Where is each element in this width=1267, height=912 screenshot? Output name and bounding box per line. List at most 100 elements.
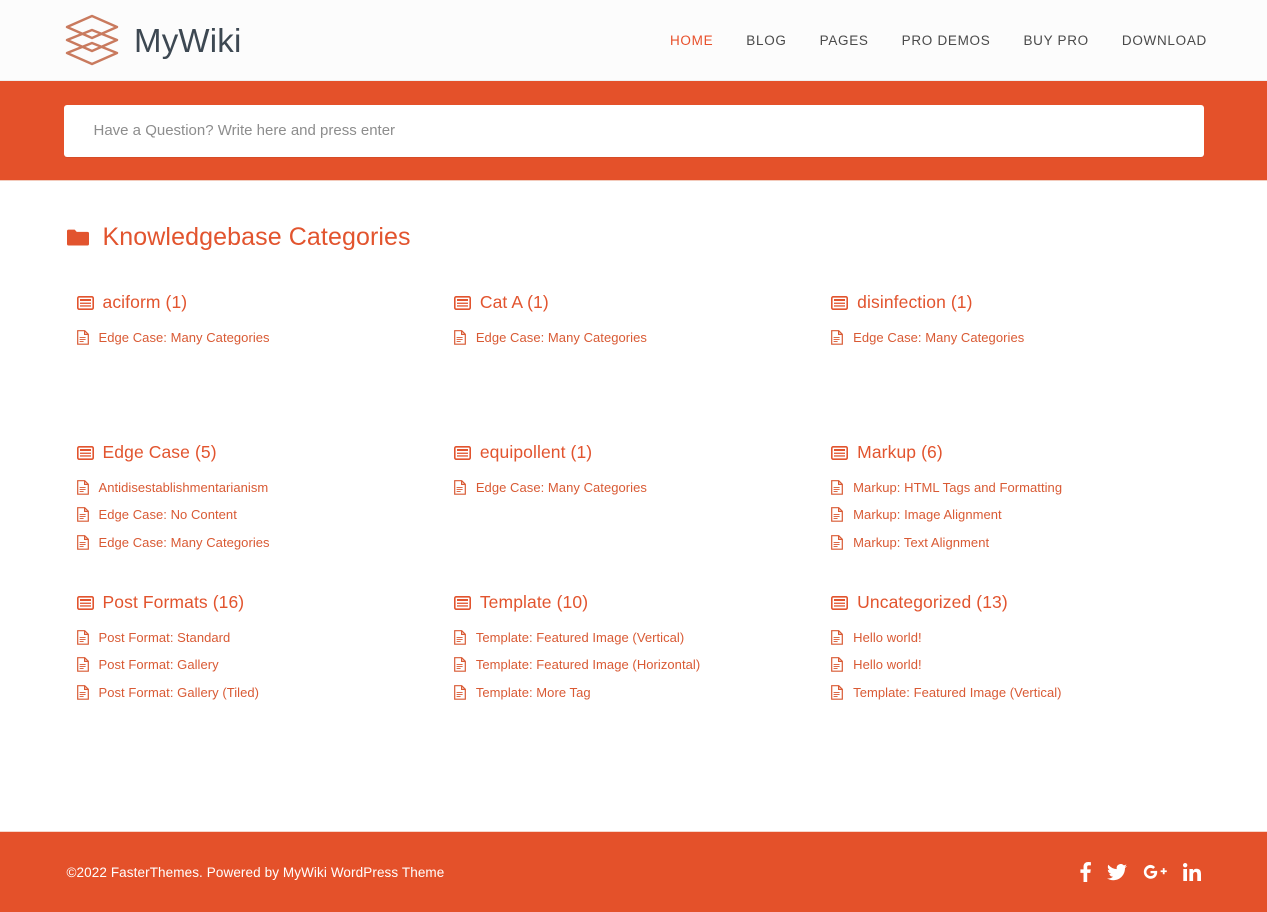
document-icon bbox=[831, 329, 844, 345]
site-logo-link[interactable]: MyWiki bbox=[62, 12, 242, 68]
document-icon bbox=[76, 535, 89, 550]
post-link[interactable]: Edge Case: Many Categories bbox=[853, 330, 1024, 346]
post-link[interactable]: Template: More Tag bbox=[476, 685, 591, 701]
list-item: Post Format: Gallery (Tiled) bbox=[76, 685, 430, 701]
document-icon bbox=[76, 685, 89, 700]
category-card: Template (10) Template: Featured Image (… bbox=[453, 593, 831, 744]
list-item: Template: Featured Image (Horizontal) bbox=[453, 657, 807, 673]
post-link[interactable]: Antidisestablishmentarianism bbox=[99, 480, 269, 496]
knowledgebase-category-grid: aciform (1) Edge Case: Many Categories C… bbox=[67, 293, 1209, 744]
category-title-link[interactable]: Template (10) bbox=[480, 593, 588, 612]
category-post-list: Markup: HTML Tags and Formatting Markup:… bbox=[831, 480, 1184, 551]
post-link[interactable]: Edge Case: Many Categories bbox=[99, 330, 270, 346]
document-icon bbox=[76, 479, 89, 495]
category-title-link[interactable]: equipollent (1) bbox=[480, 443, 592, 462]
facebook-icon[interactable] bbox=[1079, 862, 1091, 882]
post-link[interactable]: Edge Case: Many Categories bbox=[476, 330, 647, 346]
post-link[interactable]: Post Format: Gallery bbox=[99, 657, 219, 673]
list-box-icon bbox=[453, 445, 471, 460]
category-card: equipollent (1) Edge Case: Many Categori… bbox=[453, 443, 831, 594]
category-title-link[interactable]: Markup (6) bbox=[857, 443, 943, 462]
page-title: Knowledgebase Categories bbox=[66, 223, 1209, 252]
page-title-text: Knowledgebase Categories bbox=[102, 223, 411, 251]
google-plus-icon[interactable] bbox=[1143, 864, 1167, 880]
list-item: Post Format: Standard bbox=[76, 629, 430, 646]
document-icon bbox=[76, 629, 89, 645]
category-post-list: Post Format: Standard Post Format: Galle… bbox=[76, 629, 430, 701]
list-item: Hello world! bbox=[831, 657, 1184, 673]
category-card: Edge Case (5) Antidisestablishmentariani… bbox=[76, 443, 454, 594]
site-footer: ©2022 FasterThemes. Powered by MyWiki Wo… bbox=[0, 831, 1267, 912]
document-icon bbox=[831, 507, 844, 523]
search-input[interactable] bbox=[63, 104, 1204, 157]
list-box-icon bbox=[453, 595, 471, 610]
list-item: Template: Featured Image (Vertical) bbox=[831, 685, 1184, 701]
post-link[interactable]: Markup: Text Alignment bbox=[853, 535, 989, 551]
post-link[interactable]: Edge Case: Many Categories bbox=[476, 480, 647, 496]
post-link[interactable]: Template: Featured Image (Horizontal) bbox=[476, 657, 700, 673]
post-link[interactable]: Post Format: Gallery (Tiled) bbox=[99, 685, 260, 701]
list-item: Edge Case: No Content bbox=[76, 507, 430, 523]
document-icon bbox=[453, 629, 466, 645]
category-title-link[interactable]: Edge Case (5) bbox=[103, 443, 217, 462]
category-title-link[interactable]: Cat A (1) bbox=[480, 293, 549, 312]
post-link[interactable]: Template: Featured Image (Vertical) bbox=[853, 685, 1061, 701]
category-title-link[interactable]: aciform (1) bbox=[103, 293, 188, 312]
post-link[interactable]: Hello world! bbox=[853, 657, 922, 673]
document-icon bbox=[453, 329, 466, 345]
post-link[interactable]: Hello world! bbox=[853, 630, 922, 646]
nav-item-blog[interactable]: BLOG bbox=[746, 33, 786, 48]
list-item: Edge Case: Many Categories bbox=[831, 330, 1184, 346]
category-post-list: Edge Case: Many Categories bbox=[453, 479, 807, 496]
list-item: Antidisestablishmentarianism bbox=[76, 479, 430, 496]
list-item: Markup: HTML Tags and Formatting bbox=[831, 480, 1184, 496]
post-link[interactable]: Markup: HTML Tags and Formatting bbox=[853, 480, 1062, 496]
category-title-link[interactable]: disinfection (1) bbox=[857, 293, 972, 312]
category-card: disinfection (1) Edge Case: Many Categor… bbox=[831, 293, 1208, 444]
category-card: Cat A (1) Edge Case: Many Categories bbox=[453, 293, 831, 444]
document-icon bbox=[831, 535, 844, 550]
category-title-link[interactable]: Uncategorized (13) bbox=[857, 593, 1008, 612]
post-link[interactable]: Edge Case: No Content bbox=[99, 507, 237, 523]
category-card: Post Formats (16) Post Format: Standard … bbox=[76, 593, 454, 744]
category-post-list: Edge Case: Many Categories bbox=[831, 330, 1184, 346]
list-box-icon bbox=[831, 445, 849, 460]
nav-item-pages[interactable]: PAGES bbox=[820, 33, 869, 48]
list-box-icon bbox=[76, 595, 94, 610]
document-icon bbox=[453, 479, 466, 495]
twitter-icon[interactable] bbox=[1106, 863, 1127, 881]
document-icon bbox=[76, 657, 89, 673]
list-box-icon bbox=[831, 295, 849, 310]
post-link[interactable]: Post Format: Standard bbox=[99, 630, 231, 646]
copyright-text: ©2022 FasterThemes. Powered by MyWiki Wo… bbox=[66, 864, 445, 880]
main-navigation: HOME BLOG PAGES PRO DEMOS BUY PRO DOWNLO… bbox=[670, 33, 1207, 48]
list-item: Post Format: Gallery bbox=[76, 657, 430, 673]
nav-item-pro-demos[interactable]: PRO DEMOS bbox=[902, 33, 991, 48]
category-post-list: Edge Case: Many Categories bbox=[453, 329, 807, 346]
nav-item-download[interactable]: DOWNLOAD bbox=[1122, 33, 1207, 48]
list-item: Markup: Text Alignment bbox=[831, 535, 1184, 551]
list-item: Edge Case: Many Categories bbox=[453, 329, 807, 346]
list-item: Markup: Image Alignment bbox=[831, 507, 1184, 523]
list-box-icon bbox=[831, 595, 849, 610]
list-box-icon bbox=[76, 445, 94, 460]
nav-item-buy-pro[interactable]: BUY PRO bbox=[1023, 33, 1088, 48]
category-card: Uncategorized (13) Hello world! Hello wo… bbox=[831, 593, 1208, 744]
nav-item-home[interactable]: HOME bbox=[670, 33, 713, 48]
category-title-link[interactable]: Post Formats (16) bbox=[103, 593, 245, 612]
document-icon bbox=[831, 685, 844, 700]
linkedin-icon[interactable] bbox=[1182, 863, 1201, 881]
list-item: Hello world! bbox=[831, 630, 1184, 646]
post-link[interactable]: Edge Case: Many Categories bbox=[99, 535, 270, 551]
list-box-icon bbox=[76, 295, 94, 310]
document-icon bbox=[453, 657, 466, 673]
list-box-icon bbox=[453, 295, 471, 310]
category-post-list: Template: Featured Image (Vertical) Temp… bbox=[453, 629, 807, 701]
list-item: Edge Case: Many Categories bbox=[76, 330, 430, 346]
social-links bbox=[1079, 862, 1201, 882]
document-icon bbox=[453, 685, 466, 700]
document-icon bbox=[831, 479, 844, 495]
post-link[interactable]: Template: Featured Image (Vertical) bbox=[476, 630, 684, 646]
post-link[interactable]: Markup: Image Alignment bbox=[853, 507, 1002, 523]
document-icon bbox=[831, 629, 844, 645]
